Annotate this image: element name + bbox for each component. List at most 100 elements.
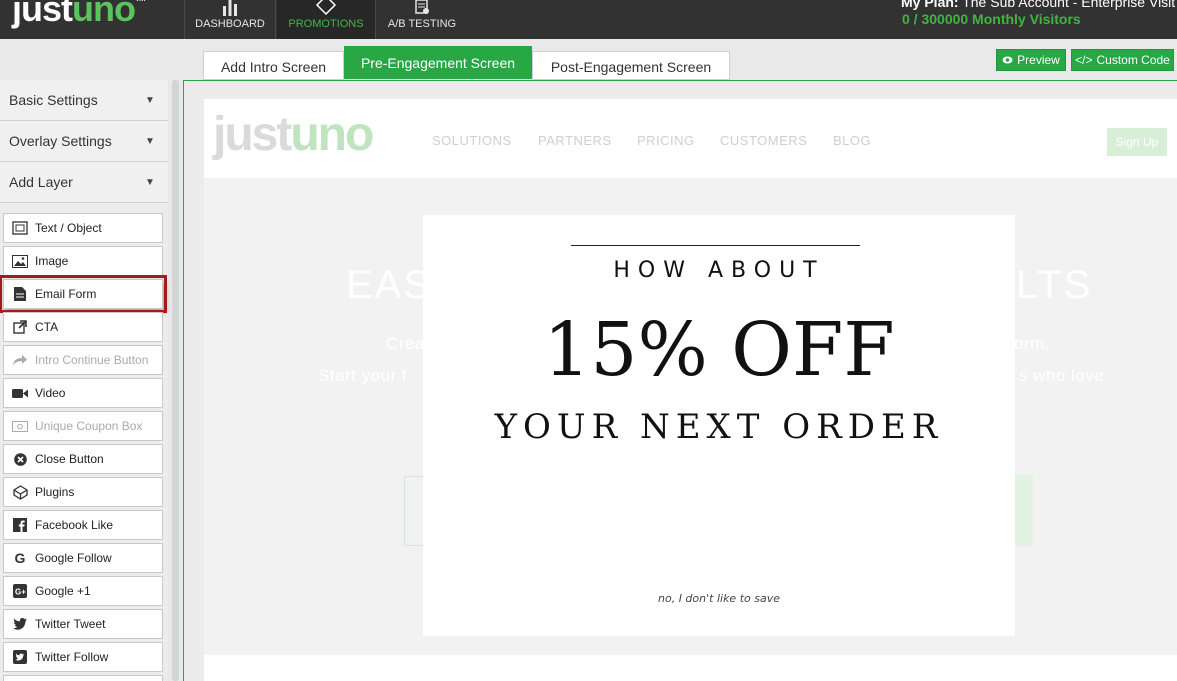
layer-label: Close Button bbox=[35, 452, 104, 466]
nav-dashboard-label: DASHBOARD bbox=[195, 18, 265, 30]
layer-twitter-tweet[interactable]: Twitter Tweet bbox=[3, 609, 163, 639]
preview-site-header: justuno SOLUTIONS PARTNERS PRICING CUSTO… bbox=[204, 99, 1177, 179]
top-navigation-bar: justunoTM DASHBOARD PROMOTIONS A/B TESTI… bbox=[0, 0, 1177, 39]
preview-hero-sub2-left: Start your f bbox=[318, 366, 408, 385]
layer-label: Image bbox=[35, 254, 69, 268]
twitter-square-icon bbox=[12, 650, 28, 664]
nav-ab-testing-label: A/B TESTING bbox=[387, 18, 457, 30]
preview-nav-customers: CUSTOMERS bbox=[720, 133, 808, 148]
layer-twitter-follow[interactable]: Twitter Follow bbox=[3, 642, 163, 672]
promotion-popup[interactable]: HOW ABOUT 15% OFF YOUR NEXT ORDER no, I … bbox=[423, 215, 1015, 636]
layer-google-plus-one[interactable]: G+ Google +1 bbox=[3, 576, 163, 606]
tab-add-intro-screen[interactable]: Add Intro Screen bbox=[203, 51, 344, 80]
preview-logo-just: just bbox=[213, 108, 292, 161]
monthly-visitors: 0 / 300000 Monthly Visitors bbox=[902, 11, 1081, 27]
layer-cta[interactable]: CTA bbox=[3, 312, 163, 342]
code-icon: </> bbox=[1075, 53, 1093, 67]
sidebar-scrollbar[interactable] bbox=[172, 80, 179, 681]
plan-info: My Plan: The Sub Account - Enterprise Vi… bbox=[901, 0, 1175, 10]
plan-label: My Plan: bbox=[901, 0, 959, 10]
layer-plugins[interactable]: Plugins bbox=[3, 477, 163, 507]
custom-code-label: Custom Code bbox=[1096, 53, 1170, 67]
tab-post-engagement-screen[interactable]: Post-Engagement Screen bbox=[532, 51, 730, 80]
preview-nav-pricing: PRICING bbox=[637, 133, 695, 148]
logo-text-just: just bbox=[12, 0, 73, 29]
facebook-icon bbox=[12, 518, 28, 532]
layer-close-button[interactable]: Close Button bbox=[3, 444, 163, 474]
tab-pre-engagement-screen[interactable]: Pre-Engagement Screen bbox=[344, 46, 532, 79]
layer-text-object[interactable]: Text / Object bbox=[3, 213, 163, 243]
preview-nav-partners: PARTNERS bbox=[538, 133, 612, 148]
nav-ab-testing[interactable]: A/B TESTING bbox=[377, 0, 467, 39]
layer-label: Intro Continue Button bbox=[35, 353, 149, 367]
image-icon bbox=[12, 254, 28, 268]
layer-label: CTA bbox=[35, 320, 59, 334]
coupon-icon bbox=[12, 419, 28, 433]
preview-hero-sub1-right: orm. bbox=[1014, 334, 1050, 353]
settings-sidebar: Basic Settings ▼ Overlay Settings ▼ Add … bbox=[0, 80, 168, 681]
popup-decline-link[interactable]: no, I don't like to save bbox=[423, 592, 1015, 605]
add-layer-section[interactable]: Add Layer ▼ bbox=[0, 162, 168, 203]
custom-code-button[interactable]: </> Custom Code bbox=[1071, 49, 1174, 71]
preview-button[interactable]: Preview bbox=[996, 49, 1066, 71]
layer-unique-coupon-box[interactable]: Unique Coupon Box bbox=[3, 411, 163, 441]
overlay-settings-label: Overlay Settings bbox=[9, 133, 112, 149]
overlay-settings-section[interactable]: Overlay Settings ▼ bbox=[0, 121, 168, 162]
preview-hero-sub2-right: s who love bbox=[1019, 366, 1105, 385]
preview-label: Preview bbox=[1017, 53, 1060, 67]
plugins-icon bbox=[12, 484, 28, 500]
layer-label: Video bbox=[35, 386, 66, 400]
layer-label: Plugins bbox=[35, 485, 75, 499]
clipboard-check-icon bbox=[377, 0, 467, 18]
preview-hero-sub1-left: Crea bbox=[386, 334, 425, 353]
nav-promotions-label: PROMOTIONS bbox=[288, 18, 364, 30]
layer-label: Email Form bbox=[35, 287, 97, 301]
preview-signup-button: Sign Up bbox=[1107, 128, 1167, 156]
caret-down-icon: ▼ bbox=[145, 177, 155, 188]
popup-how-about[interactable]: HOW ABOUT bbox=[423, 258, 1015, 283]
svg-text:G+: G+ bbox=[15, 588, 26, 597]
caret-down-icon: ▼ bbox=[145, 136, 155, 147]
share-arrow-icon bbox=[12, 353, 28, 367]
basic-settings-label: Basic Settings bbox=[9, 92, 98, 108]
document-icon bbox=[12, 287, 28, 301]
caret-down-icon: ▼ bbox=[145, 95, 155, 106]
popup-divider bbox=[571, 245, 860, 246]
text-object-icon bbox=[12, 221, 28, 235]
layer-facebook-like[interactable]: Facebook Like bbox=[3, 510, 163, 540]
layer-label: Twitter Tweet bbox=[35, 617, 106, 631]
preview-nav-solutions: SOLUTIONS bbox=[432, 133, 512, 148]
layer-google-follow[interactable]: G Google Follow bbox=[3, 543, 163, 573]
video-camera-icon bbox=[12, 386, 28, 400]
layer-video[interactable]: Video bbox=[3, 378, 163, 408]
preview-site-logo: justuno bbox=[213, 107, 374, 162]
justuno-logo[interactable]: justunoTM bbox=[12, 0, 146, 30]
eye-icon bbox=[1002, 53, 1013, 67]
popup-next-order[interactable]: YOUR NEXT ORDER bbox=[423, 407, 1015, 447]
popup-offer-headline[interactable]: 15% OFF bbox=[423, 307, 1015, 393]
bar-chart-icon bbox=[185, 0, 275, 18]
layer-intro-continue-button[interactable]: Intro Continue Button bbox=[3, 345, 163, 375]
layer-label: Google Follow bbox=[35, 551, 112, 565]
basic-settings-section[interactable]: Basic Settings ▼ bbox=[0, 80, 168, 121]
trademark: TM bbox=[135, 0, 146, 3]
preview-hero-heading-right: LTS bbox=[1016, 263, 1093, 307]
add-layer-label: Add Layer bbox=[9, 174, 73, 190]
preview-below-fold bbox=[204, 655, 1177, 681]
layer-label: Text / Object bbox=[35, 221, 102, 235]
preview-nav-blog: BLOG bbox=[833, 133, 872, 148]
preview-logo-uno: uno bbox=[290, 108, 374, 161]
layer-image[interactable]: Image bbox=[3, 246, 163, 276]
layer-label: Facebook Like bbox=[35, 518, 114, 532]
tag-icon bbox=[277, 0, 375, 18]
layer-email-form[interactable]: Email Form bbox=[0, 275, 167, 313]
layer-label: Twitter Follow bbox=[35, 650, 109, 664]
nav-promotions[interactable]: PROMOTIONS bbox=[277, 0, 376, 39]
nav-dashboard[interactable]: DASHBOARD bbox=[184, 0, 276, 39]
layer-more[interactable] bbox=[3, 675, 163, 681]
preview-hero-heading-left: EAS bbox=[346, 263, 433, 307]
twitter-icon bbox=[12, 617, 28, 631]
layer-label: Google +1 bbox=[35, 584, 91, 598]
layer-label: Unique Coupon Box bbox=[35, 419, 143, 433]
google-icon: G bbox=[14, 550, 26, 566]
